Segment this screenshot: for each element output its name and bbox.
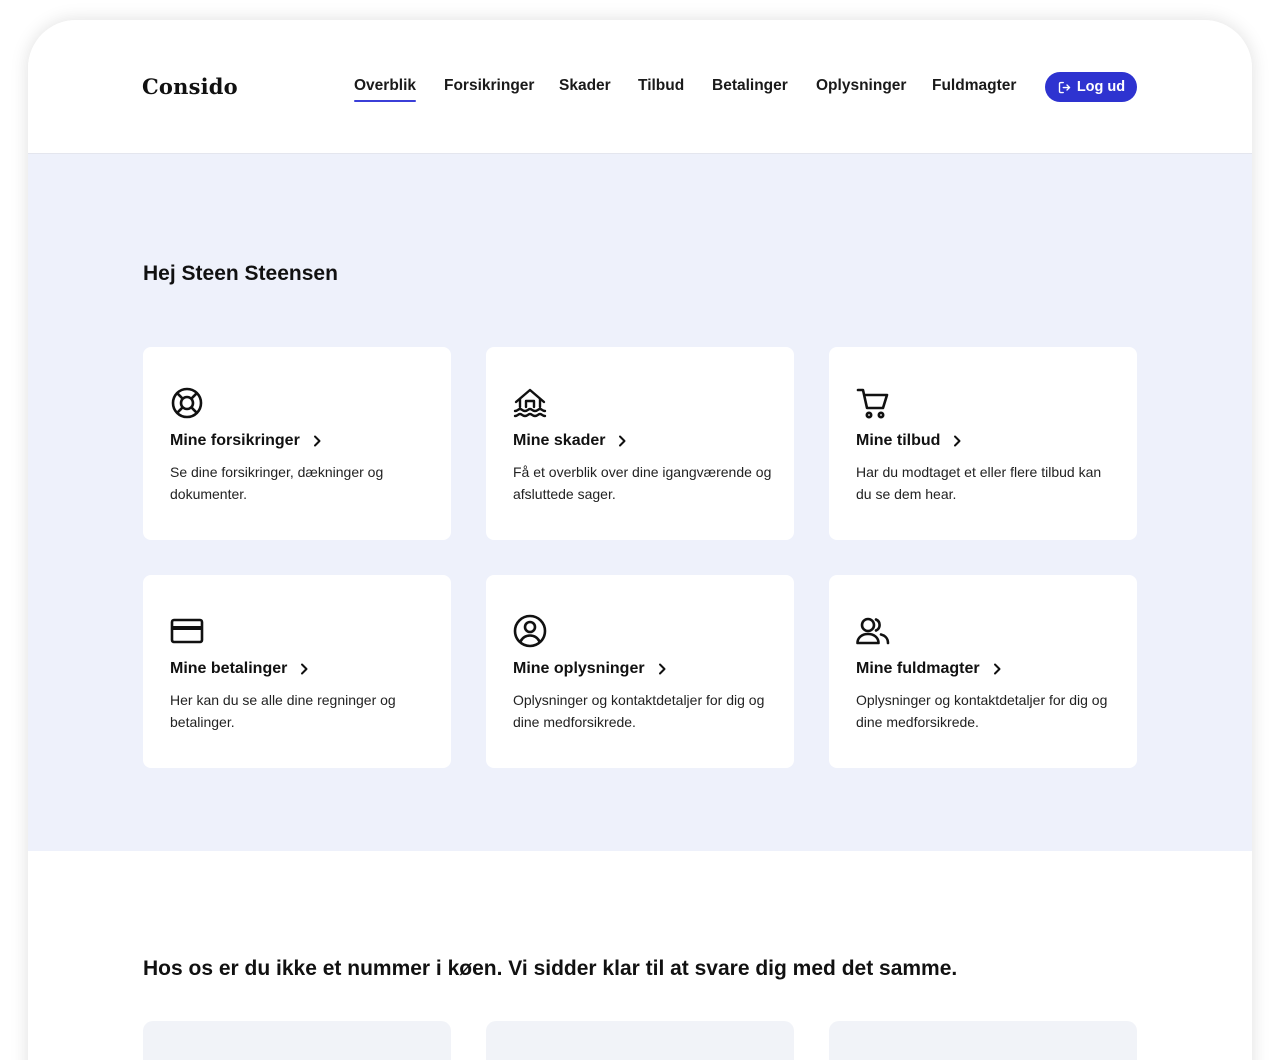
chevron-right-icon xyxy=(301,663,308,675)
card-title: Mine forsikringer xyxy=(170,432,324,450)
card-title-text: Mine fuldmagter xyxy=(856,660,980,677)
card-personal-info[interactable]: Mine oplysninger Oplysninger og kontaktd… xyxy=(486,575,794,768)
shopping-cart-icon xyxy=(855,385,891,421)
card-description: Oplysninger og kontaktdetaljer for dig o… xyxy=(513,692,765,730)
credit-card-icon xyxy=(169,613,205,649)
card-title-text: Mine oplysninger xyxy=(513,660,645,677)
card-title: Mine fuldmagter xyxy=(856,660,1004,678)
support-card[interactable] xyxy=(486,1021,794,1060)
card-title-text: Mine betalinger xyxy=(170,660,288,677)
card-claims[interactable]: Mine skader Få et overblik over dine iga… xyxy=(486,347,794,540)
nav-item-betalinger[interactable]: Betalinger xyxy=(712,77,788,95)
nav-item-overblik[interactable]: Overblik xyxy=(354,77,417,102)
nav-item-tilbud[interactable]: Tilbud xyxy=(638,77,684,95)
card-title: Mine oplysninger xyxy=(513,660,669,678)
logo[interactable]: Consido xyxy=(142,74,238,99)
nav-item-skader[interactable]: Skader xyxy=(559,77,611,95)
lifebuoy-icon xyxy=(169,385,205,421)
users-icon xyxy=(855,613,891,649)
chevron-right-icon xyxy=(954,435,961,447)
page-frame: Consido Overblik Forsikringer Skader Til… xyxy=(28,20,1252,1060)
card-title-text: Mine tilbud xyxy=(856,432,941,449)
support-card[interactable] xyxy=(143,1021,451,1060)
chevron-right-icon xyxy=(313,435,321,447)
card-description: Se dine forsikringer, dækninger og dokum… xyxy=(170,464,384,502)
nav-item-forsikringer[interactable]: Forsikringer xyxy=(444,77,534,95)
site-header: Consido Overblik Forsikringer Skader Til… xyxy=(28,20,1252,154)
card-description: Har du modtaget et eller flere tilbud ka… xyxy=(856,464,1102,502)
user-circle-icon xyxy=(512,613,548,649)
card-description: Oplysninger og kontaktdetaljer for dig o… xyxy=(856,692,1108,730)
card-title-text: Mine forsikringer xyxy=(170,432,300,449)
nav-item-fuldmagter[interactable]: Fuldmagter xyxy=(932,77,1016,95)
chevron-right-icon xyxy=(993,663,1001,675)
card-title-text: Mine skader xyxy=(513,432,606,449)
card-payments[interactable]: Mine betalinger Her kan du se alle dine … xyxy=(143,575,451,768)
overview-section: Hej Steen Steensen Mine forsikringer Se … xyxy=(28,154,1252,851)
logout-label: Log ud xyxy=(1076,79,1126,95)
support-card[interactable] xyxy=(829,1021,1137,1060)
card-title: Mine tilbud xyxy=(856,432,964,450)
card-insurances[interactable]: Mine forsikringer Se dine forsikringer, … xyxy=(143,347,451,540)
card-description: Her kan du se alle dine regninger og bet… xyxy=(170,692,396,730)
support-heading: Hos os er du ikke et nummer i køen. Vi s… xyxy=(143,957,958,980)
card-offers[interactable]: Mine tilbud Har du modtaget et eller fle… xyxy=(829,347,1137,540)
logout-icon xyxy=(1058,81,1071,93)
chevron-right-icon xyxy=(658,663,666,675)
greeting-heading: Hej Steen Steensen xyxy=(143,262,338,285)
nav-item-oplysninger[interactable]: Oplysninger xyxy=(816,77,906,95)
card-description: Få et overblik over dine igangværende og… xyxy=(513,464,772,502)
flooded-house-icon xyxy=(512,385,548,421)
logout-button[interactable]: Log ud xyxy=(1045,72,1137,102)
chevron-right-icon xyxy=(619,435,626,447)
card-title: Mine skader xyxy=(513,432,629,450)
card-title: Mine betalinger xyxy=(170,660,311,678)
card-authorizations[interactable]: Mine fuldmagter Oplysninger og kontaktde… xyxy=(829,575,1137,768)
